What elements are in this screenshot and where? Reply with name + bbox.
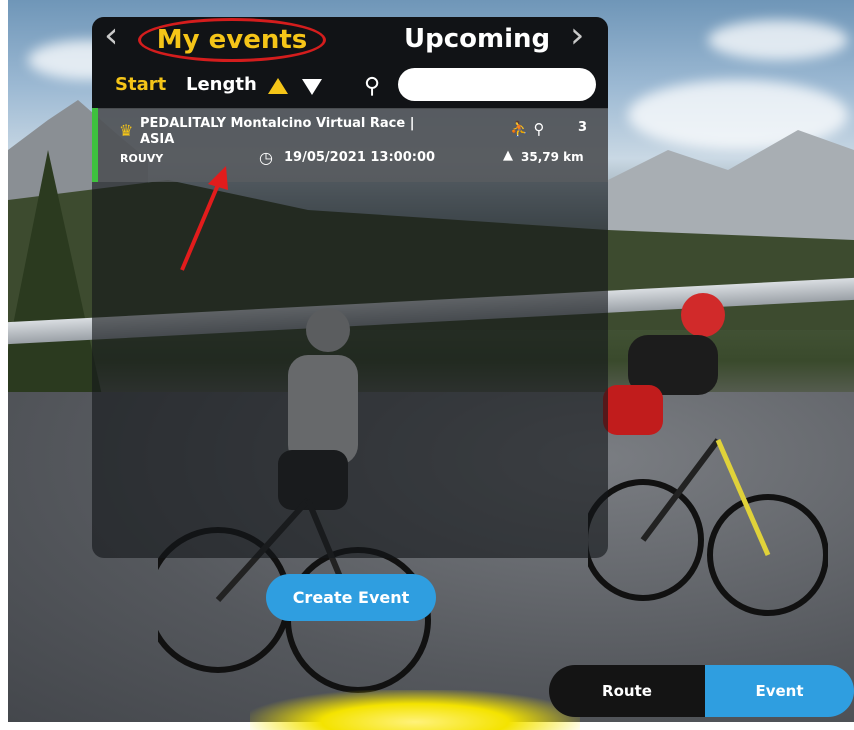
event-organizer: ROUVY	[120, 152, 164, 165]
tab-my-events[interactable]: My events	[138, 18, 326, 62]
create-event-button[interactable]: Create Event	[266, 574, 436, 621]
event-title: PEDALITALY Montalcino Virtual Race | ASI…	[140, 116, 415, 147]
cyclist-right	[588, 293, 828, 616]
next-tab-arrow-icon[interactable]: ›	[570, 18, 584, 54]
search-input[interactable]	[398, 68, 596, 101]
tab-upcoming[interactable]: Upcoming	[404, 24, 550, 54]
mode-event-button[interactable]: Event	[705, 665, 854, 717]
search-icon: ⚲	[364, 74, 381, 99]
cloud	[708, 20, 848, 60]
clock-icon: ◷	[259, 148, 273, 167]
event-datetime: 19/05/2021 13:00:00	[284, 150, 436, 165]
crown-icon: ♛	[119, 121, 134, 140]
sort-start[interactable]: Start	[115, 74, 166, 95]
elevation-icon: ▲	[503, 148, 513, 163]
prev-tab-arrow-icon[interactable]: ‹	[104, 18, 118, 54]
sort-length[interactable]: Length	[186, 74, 257, 95]
annotation-arrow	[180, 166, 228, 271]
mode-toggle: Route Event	[549, 665, 854, 717]
event-distance: 35,79 km	[521, 150, 584, 164]
mode-route-button[interactable]: Route	[549, 665, 705, 717]
event-rider-count: 3	[578, 120, 588, 135]
glow-decoration	[250, 690, 580, 730]
sort-descending-icon[interactable]	[302, 79, 322, 95]
cyclist-icon: ⛹ ⚲	[510, 120, 545, 138]
sort-ascending-icon[interactable]	[268, 78, 288, 94]
